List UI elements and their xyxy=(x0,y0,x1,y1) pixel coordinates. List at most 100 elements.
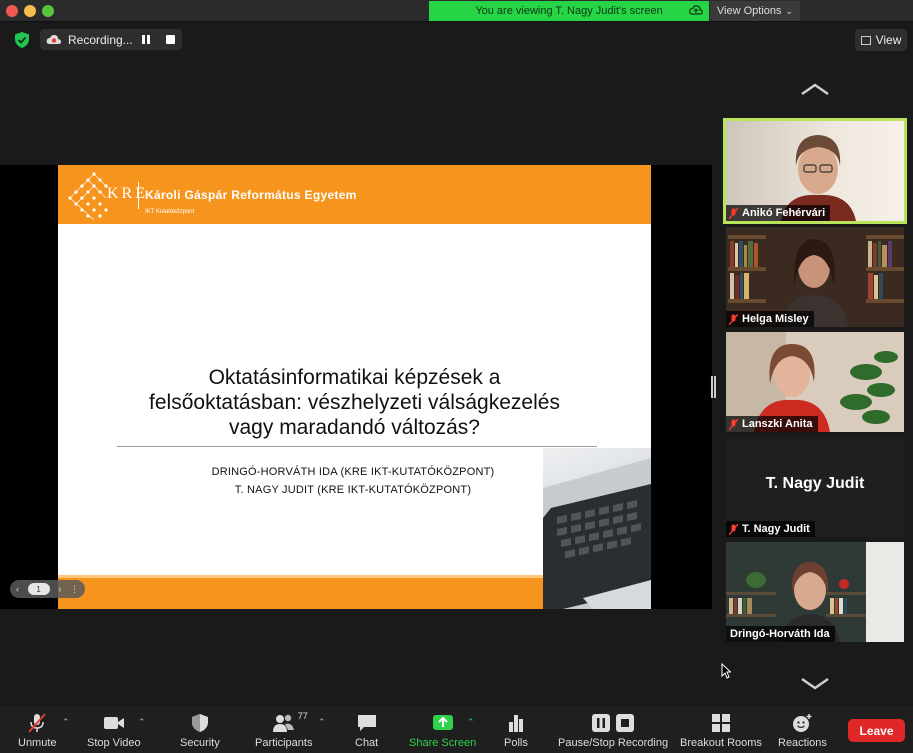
participant-name-tag: Helga Misley xyxy=(726,311,814,327)
page-number: 1 xyxy=(27,583,50,595)
leave-meeting-button[interactable]: Leave xyxy=(848,719,905,742)
chat-label: Chat xyxy=(355,737,379,749)
laptop-photo xyxy=(543,448,651,609)
view-options-dropdown[interactable]: View Options ⌄ xyxy=(710,1,800,21)
encryption-shield-icon[interactable] xyxy=(14,31,30,49)
close-window-button[interactable] xyxy=(6,5,18,17)
window-title-bar: You are viewing T. Nagy Judit's screen V… xyxy=(0,0,913,22)
pause-recording-icon[interactable] xyxy=(142,35,150,44)
viewing-screen-text: You are viewing T. Nagy Judit's screen xyxy=(475,5,663,17)
polls-label: Polls xyxy=(504,737,528,749)
participant-name-tag: Anikó Fehérvári xyxy=(726,205,831,221)
stop-icon xyxy=(616,714,635,732)
share-options-caret-icon[interactable]: ⌃ xyxy=(467,717,475,728)
meeting-toolbar: Unmute ⌃ Stop Video ⌃ Security 77 Partic… xyxy=(0,706,913,753)
slide-page-navigator[interactable]: ‹ 1 › ⋮ xyxy=(10,580,85,598)
participant-video-tile[interactable]: Helga Misley xyxy=(726,227,904,327)
university-name: Károli Gáspár Református Egyetem xyxy=(145,188,357,202)
chat-button[interactable]: Chat xyxy=(355,713,378,749)
participant-video-tile[interactable]: Anikó Fehérvári xyxy=(723,118,907,224)
microphone-muted-icon xyxy=(729,523,738,535)
viewing-screen-banner: You are viewing T. Nagy Judit's screen xyxy=(429,1,709,21)
share-screen-label: Share Screen xyxy=(409,737,477,749)
chevron-down-icon[interactable] xyxy=(800,677,830,691)
participant-video-tile[interactable]: T. Nagy Judit T. Nagy Judit xyxy=(726,437,904,537)
recording-controls-icons xyxy=(592,713,635,733)
participant-name: Dringó-Horváth Ida xyxy=(730,628,830,640)
stop-recording-icon[interactable] xyxy=(166,35,175,44)
chevron-right-icon[interactable]: › xyxy=(58,584,61,594)
participants-button[interactable]: 77 Participants xyxy=(255,711,313,749)
author-line: DRINGÓ-HORVÁTH IDA (KRE IKT-KUTATÓKÖZPON… xyxy=(211,466,495,478)
minimize-window-button[interactable] xyxy=(24,5,36,17)
mouse-cursor-icon xyxy=(721,663,731,679)
recording-label: Recording... xyxy=(68,32,133,47)
chevron-left-icon[interactable]: ‹ xyxy=(16,584,19,594)
unmute-label: Unmute xyxy=(18,737,57,749)
participant-name: Anikó Fehérvári xyxy=(742,207,826,219)
slide-footer xyxy=(58,575,543,609)
chevron-up-icon[interactable] xyxy=(800,82,830,96)
kre-logo-text: KRE xyxy=(107,185,148,202)
slide-authors: DRINGÓ-HORVÁTH IDA (KRE IKT-KUTATÓKÖZPON… xyxy=(158,463,548,499)
microphone-muted-icon xyxy=(729,313,738,325)
microphone-muted-icon xyxy=(729,207,738,219)
slide-title-line: felsőoktatásban: vészhelyzeti válságkeze… xyxy=(149,391,560,414)
reactions-label: Reactions xyxy=(778,737,827,749)
breakout-rooms-button[interactable]: Breakout Rooms xyxy=(680,713,762,749)
participants-icon-group: 77 xyxy=(264,711,308,733)
participant-video-off-name: T. Nagy Judit xyxy=(765,475,865,492)
participant-video-tile[interactable]: Dringó-Horváth Ida xyxy=(726,542,904,642)
pause-stop-recording-button[interactable]: Pause/Stop Recording xyxy=(558,713,668,749)
department-name: IKT Kutatóközpont xyxy=(145,209,195,215)
audio-options-caret-icon[interactable]: ⌃ xyxy=(62,717,70,728)
smiley-add-icon xyxy=(793,714,812,732)
reactions-button[interactable]: Reactions xyxy=(778,713,827,749)
participant-name: T. Nagy Judit xyxy=(742,523,810,535)
slide-header: KRE Károli Gáspár Református Egyetem IKT… xyxy=(58,165,651,224)
logo-divider xyxy=(138,182,139,209)
pause-stop-recording-label: Pause/Stop Recording xyxy=(558,737,669,749)
video-options-caret-icon[interactable]: ⌃ xyxy=(138,717,146,728)
view-label: View xyxy=(875,33,902,47)
laptop-keyboard-image xyxy=(543,458,651,609)
slide-footer-stripe xyxy=(58,575,543,578)
slide-title-line: Oktatásinformatikai képzések a xyxy=(208,366,501,389)
participant-name-tag: Lanszki Anita xyxy=(726,416,818,432)
more-options-icon[interactable]: ⋮ xyxy=(70,584,79,595)
participant-name: Lanszki Anita xyxy=(742,418,813,430)
pause-icon xyxy=(592,714,611,732)
recording-indicator: Recording... xyxy=(40,29,182,50)
view-button[interactable]: View xyxy=(855,29,907,51)
shield-icon xyxy=(191,714,208,732)
slide-title: Oktatásinformatikai képzések a felsőokta… xyxy=(108,365,601,440)
stop-video-button[interactable]: Stop Video xyxy=(87,713,141,749)
chevron-down-icon: ⌄ xyxy=(785,5,794,16)
panel-resize-handle[interactable] xyxy=(711,376,716,398)
participant-video-tile[interactable]: Lanszki Anita xyxy=(726,332,904,432)
people-icon xyxy=(272,714,294,732)
shared-screen[interactable]: KRE Károli Gáspár Református Egyetem IKT… xyxy=(0,165,712,609)
microphone-muted-icon xyxy=(729,418,738,430)
video-camera-icon xyxy=(103,717,124,729)
share-screen-icon xyxy=(432,715,453,730)
gallery-view-icon xyxy=(860,35,871,45)
unmute-button[interactable]: Unmute xyxy=(18,713,57,749)
security-button[interactable]: Security xyxy=(180,713,220,749)
participants-options-caret-icon[interactable]: ⌃ xyxy=(318,717,326,728)
view-options-label: View Options xyxy=(716,5,782,17)
chat-bubble-icon xyxy=(357,715,376,731)
participant-name: Helga Misley xyxy=(742,313,809,325)
cloud-sync-icon xyxy=(689,5,703,15)
participant-name-tag: T. Nagy Judit xyxy=(726,521,815,537)
polls-button[interactable]: Polls xyxy=(504,713,528,749)
participants-count: 77 xyxy=(297,711,308,721)
slide-divider xyxy=(117,446,597,447)
participants-label: Participants xyxy=(255,737,313,749)
cloud-recording-icon xyxy=(46,34,62,44)
presentation-slide: KRE Károli Gáspár Református Egyetem IKT… xyxy=(58,165,651,609)
bar-chart-icon xyxy=(508,715,523,732)
security-label: Security xyxy=(180,737,220,749)
zoom-window-button[interactable] xyxy=(42,5,54,17)
participant-name-tag: Dringó-Horváth Ida xyxy=(726,626,835,642)
